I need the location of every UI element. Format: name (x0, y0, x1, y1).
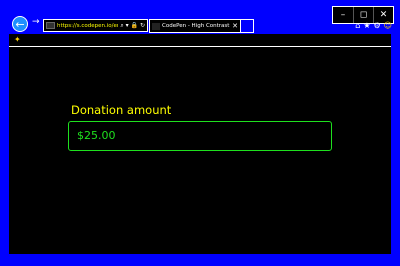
tab-favicon-icon (152, 22, 160, 30)
site-favicon-icon (46, 22, 55, 29)
donation-amount-input[interactable]: $25.00 (68, 121, 332, 151)
tab-title: CodePen - High Contrast ... (162, 23, 231, 29)
donation-amount-label: Donation amount (71, 103, 172, 117)
tab-codepen[interactable]: CodePen - High Contrast ... ✕ (149, 19, 241, 33)
forward-button[interactable]: → (32, 17, 40, 27)
home-icon[interactable]: ⌂ (355, 21, 360, 30)
feedback-smiley-icon[interactable]: ☺ (384, 21, 392, 30)
settings-gear-icon[interactable]: ⚙ (373, 21, 380, 30)
add-favorite-icon[interactable]: ✦ (14, 35, 21, 44)
back-arrow-icon: ← (15, 17, 25, 31)
address-bar[interactable]: https://s.codepen.io/eric ⌕ ▾ 🔒 ↻ (43, 19, 148, 32)
browser-window: – ◻ ✕ ← → https://s.codepen.io/eric ⌕ ▾ … (0, 0, 400, 266)
tab-close-icon[interactable]: ✕ (232, 22, 238, 30)
forward-arrow-icon: → (32, 17, 40, 27)
address-url[interactable]: https://s.codepen.io/eric (57, 23, 118, 29)
minimize-button[interactable]: – (333, 7, 353, 23)
page-content: Donation amount $25.00 (9, 46, 391, 254)
browser-toolbar: ⌂ ★ ⚙ ☺ (355, 21, 392, 30)
favorites-bar: ✦ (9, 34, 391, 46)
back-button[interactable]: ← (12, 16, 28, 32)
address-actions[interactable]: ⌕ ▾ 🔒 ↻ (120, 22, 145, 30)
new-tab-button[interactable] (241, 19, 254, 33)
favorites-star-icon[interactable]: ★ (363, 21, 370, 30)
